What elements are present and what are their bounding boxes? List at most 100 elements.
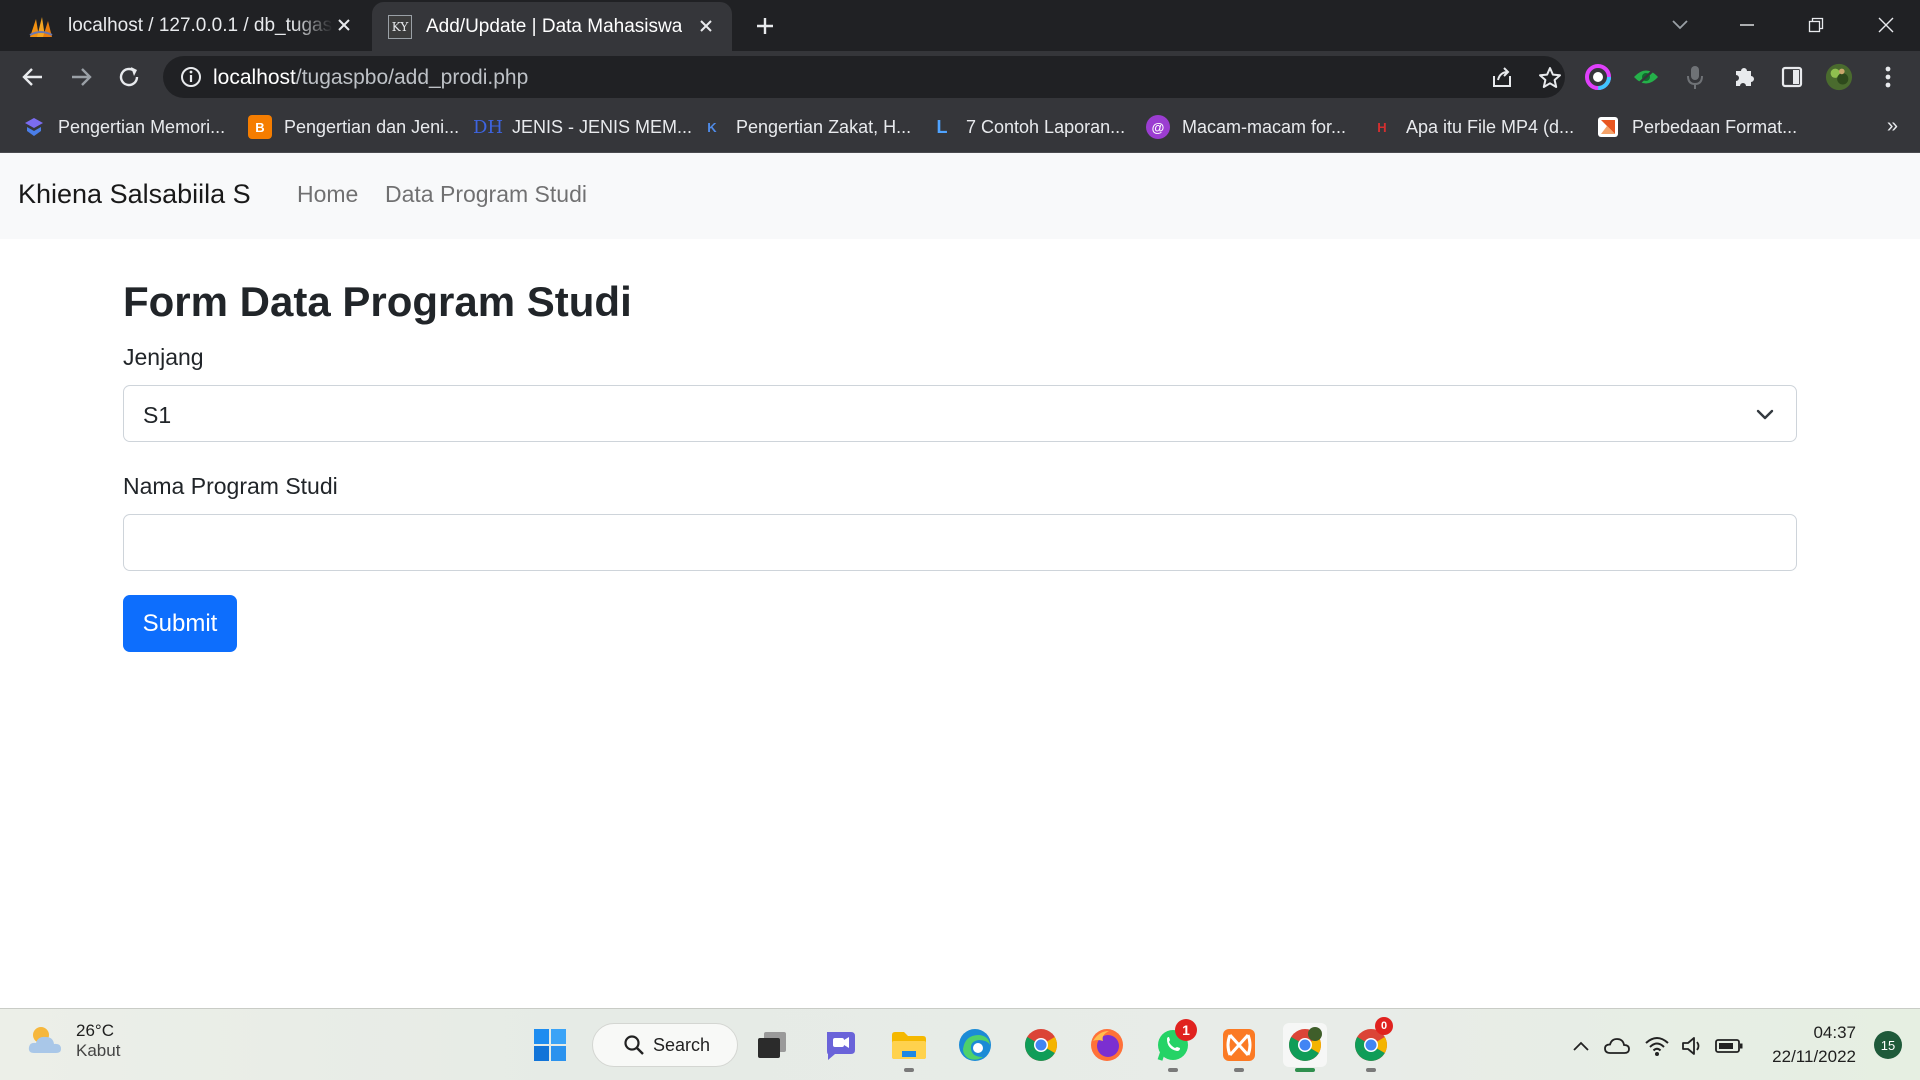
browser-tab-strip: localhost / 127.0.0.1 / db_tugaspbo KY A…: [0, 0, 1920, 51]
close-tab-icon[interactable]: [694, 14, 718, 38]
microphone-icon[interactable]: [1681, 63, 1709, 91]
k-favicon-icon: K: [707, 119, 717, 135]
profile-avatar[interactable]: [1825, 63, 1853, 91]
at-favicon-icon: @: [1146, 115, 1170, 139]
page-title: Form Data Program Studi: [123, 278, 632, 325]
forward-arrow-icon[interactable]: [64, 60, 98, 94]
dh-favicon-icon: DH: [472, 116, 504, 138]
bookmark-item[interactable]: DH JENIS - JENIS MEM...: [472, 113, 693, 141]
site-info-icon[interactable]: [179, 65, 203, 89]
bookmark-item[interactable]: Perbedaan Format...: [1596, 113, 1797, 141]
xampp-icon[interactable]: [1217, 1023, 1261, 1072]
active-indicator: [1295, 1068, 1315, 1072]
nav-link-home[interactable]: Home: [297, 181, 358, 208]
taskbar-search-box[interactable]: Search: [592, 1023, 738, 1067]
chrome-profile-icon[interactable]: 0: [1349, 1017, 1393, 1072]
weather-temperature: 26°C: [76, 1021, 114, 1040]
start-windows-icon[interactable]: [528, 1023, 572, 1067]
minimize-icon[interactable]: [1727, 8, 1767, 42]
jenjang-label: Jenjang: [123, 344, 204, 370]
onedrive-cloud-icon[interactable]: [1602, 1031, 1632, 1061]
search-icon: [624, 1035, 644, 1055]
bookmark-item[interactable]: K Pengertian Zakat, H...: [700, 113, 911, 141]
menu-kebab-icon[interactable]: [1874, 63, 1902, 91]
nama-program-studi-input[interactable]: [123, 514, 1797, 571]
tab-title: Add/Update | Data Mahasiswa: [426, 15, 683, 37]
bookmark-item[interactable]: Pengertian Memori...: [22, 113, 225, 141]
bookmark-label: Pengertian dan Jeni...: [284, 116, 460, 137]
bookmark-item[interactable]: @ Macam-macam for...: [1146, 113, 1346, 141]
windows-taskbar: 26°C Kabut Search 1 0 04:37 22/11/2022 1…: [0, 1008, 1920, 1080]
search-label: Search: [653, 1034, 711, 1055]
notification-count-badge[interactable]: 15: [1874, 1031, 1902, 1059]
new-tab-icon[interactable]: [750, 11, 780, 41]
running-indicator: [904, 1068, 914, 1072]
bookmark-favicon-icon: [22, 115, 46, 139]
nav-link-data-program-studi[interactable]: Data Program Studi: [385, 181, 587, 208]
format-favicon-icon: [1596, 115, 1620, 139]
bookmark-label: Perbedaan Format...: [1632, 116, 1798, 137]
url-path: /tugaspbo/add_prodi.php: [295, 66, 529, 89]
jenjang-selected-value: S1: [143, 402, 172, 428]
whatsapp-icon[interactable]: 1: [1151, 1019, 1197, 1072]
bookmark-label: Pengertian Memori...: [58, 116, 226, 137]
bookmark-label: Macam-macam for...: [1182, 116, 1347, 137]
tab-search-chevron-down-icon[interactable]: [1660, 8, 1700, 42]
chrome-profile-active-icon[interactable]: [1283, 1023, 1327, 1072]
close-tab-icon[interactable]: [332, 13, 356, 37]
tab-add-update[interactable]: KY Add/Update | Data Mahasiswa: [372, 2, 732, 51]
jenjang-select[interactable]: S1: [123, 385, 1797, 442]
side-panel-icon[interactable]: [1778, 63, 1806, 91]
eye-extension-icon[interactable]: [1632, 63, 1660, 91]
firefox-icon[interactable]: [1085, 1023, 1129, 1067]
battery-icon[interactable]: [1714, 1031, 1744, 1061]
tab-title: localhost / 127.0.0.1 / db_tugaspbo: [68, 14, 333, 36]
extensions-puzzle-icon[interactable]: [1730, 63, 1758, 91]
clock-date: 22/11/2022: [1772, 1047, 1856, 1066]
wifi-icon[interactable]: [1642, 1031, 1672, 1061]
tab-phpmyadmin[interactable]: localhost / 127.0.0.1 / db_tugaspbo: [20, 0, 370, 51]
bookmark-item[interactable]: H Apa itu File MP4 (d...: [1370, 113, 1574, 141]
task-view-icon[interactable]: [750, 1023, 794, 1067]
running-indicator: [1366, 1068, 1376, 1072]
chrome-notification-badge: 0: [1375, 1017, 1393, 1035]
edge-browser-icon[interactable]: [953, 1023, 997, 1067]
ky-favicon-icon: KY: [388, 14, 412, 39]
volume-icon[interactable]: [1678, 1031, 1708, 1061]
restore-icon[interactable]: [1796, 8, 1836, 42]
reload-icon[interactable]: [112, 60, 146, 94]
bookmark-label: 7 Contoh Laporan...: [966, 116, 1126, 137]
l-favicon-icon: L: [936, 116, 948, 137]
clock-time: 04:37: [1813, 1023, 1856, 1042]
share-icon[interactable]: [1489, 65, 1515, 91]
address-bar[interactable]: localhost/tugaspbo/add_prodi.php: [163, 56, 1565, 98]
color-picker-extension-icon[interactable]: [1584, 63, 1612, 91]
submit-button[interactable]: Submit: [123, 595, 237, 652]
blogger-icon: B: [248, 115, 272, 139]
bookmarks-bar: Pengertian Memori... B Pengertian dan Je…: [0, 101, 1920, 153]
navbar-brand[interactable]: Khiena Salsabiila S: [18, 179, 251, 210]
running-indicator: [1234, 1068, 1244, 1072]
phpmyadmin-icon: [29, 16, 53, 37]
weather-widget[interactable]: 26°C Kabut: [26, 1021, 120, 1061]
whatsapp-notification-badge: 1: [1175, 1019, 1197, 1041]
nama-program-studi-label: Nama Program Studi: [123, 473, 338, 499]
url-text[interactable]: localhost/tugaspbo/add_prodi.php: [213, 66, 528, 90]
show-hidden-icons-chevron-up-icon[interactable]: [1566, 1031, 1596, 1061]
back-arrow-icon[interactable]: [16, 60, 50, 94]
system-clock[interactable]: 04:37 22/11/2022: [1772, 1021, 1856, 1069]
bookmark-item[interactable]: L 7 Contoh Laporan...: [930, 113, 1126, 141]
weather-condition: Kabut: [76, 1041, 121, 1060]
cloudy-sun-icon: [28, 1027, 61, 1053]
bookmark-item[interactable]: B Pengertian dan Jeni...: [248, 113, 459, 141]
teams-chat-icon[interactable]: [819, 1023, 863, 1067]
file-explorer-icon[interactable]: [887, 1023, 931, 1072]
browser-toolbar: localhost/tugaspbo/add_prodi.php: [0, 51, 1920, 101]
close-window-icon[interactable]: [1866, 8, 1906, 42]
bookmark-label: JENIS - JENIS MEM...: [512, 116, 693, 137]
more-bookmarks-icon[interactable]: »: [1887, 115, 1898, 138]
url-host: localhost: [213, 66, 296, 89]
bookmark-label: Pengertian Zakat, H...: [736, 116, 912, 137]
chrome-icon[interactable]: [1019, 1023, 1063, 1067]
bookmark-star-icon[interactable]: [1537, 65, 1563, 91]
